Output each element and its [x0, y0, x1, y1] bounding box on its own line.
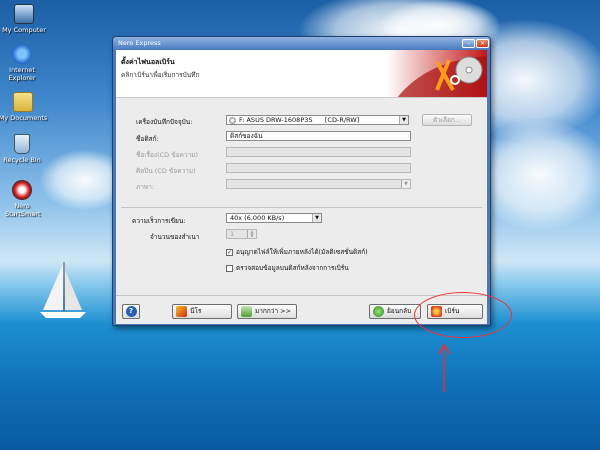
close-button[interactable]: ×	[476, 39, 489, 48]
window-client: ตั้งค่าไฟนอลเบิร์น คลิก'เบิร์น'เพื่อเริ่…	[116, 50, 487, 324]
desktop-icon-label: Internet Explorer	[8, 66, 36, 82]
desktop-icon-label: My Computer	[2, 26, 46, 34]
checkmark-icon: ✓	[226, 248, 233, 256]
annotation-arrow-icon	[437, 343, 451, 392]
disc-name-label: ชื่อดิสก์:	[136, 135, 159, 143]
copies-label: จำนวนของสำเนา	[150, 233, 200, 241]
allow-files-checkbox[interactable]: ✓ อนุญาตไฟล์ให้เพิ่มภายหลังได้(มัลติเซสชั…	[226, 247, 368, 257]
language-label: ภาษา:	[136, 183, 155, 191]
desktop-icon-label: My Documents	[0, 114, 48, 122]
verify-data-checkbox[interactable]: ตรวจสอบข้อมูลบนดิสก์หลังจากการเบิร์น	[226, 263, 349, 273]
back-button-label: ย้อนกลับ	[387, 307, 412, 315]
window-title: Nero Express	[118, 39, 161, 47]
recorder-label: เครื่องบันทึกปัจจุบัน:	[136, 118, 193, 126]
chevron-down-icon: ▼	[401, 180, 410, 188]
title-cd-text-label: ชื่อเรื่อง(CD ข้อความ)	[136, 151, 199, 159]
nero-button[interactable]: นีโร	[172, 304, 232, 319]
nero-button-label: นีโร	[190, 307, 202, 315]
desktop-icon-my-computer[interactable]: My Computer	[0, 4, 54, 34]
more-button-label: มากกว่า >>	[255, 307, 292, 315]
sailboat	[40, 262, 86, 318]
artist-cd-text-input[interactable]	[226, 163, 411, 173]
nero-icon	[176, 305, 187, 317]
recorder-select[interactable]: F: ASUS DRW-1608P3S [CD-R/RW] ▼	[226, 115, 409, 125]
header-title: ตั้งค่าไฟนอลเบิร์น	[121, 58, 175, 66]
desktop-icon-internet-explorer[interactable]: Internet Explorer	[0, 44, 52, 82]
header-panel: ตั้งค่าไฟนอลเบิร์น คลิก'เบิร์น'เพื่อเริ่…	[116, 50, 487, 98]
annotation-circle	[414, 292, 512, 338]
desktop-icon-nero-startsmart[interactable]: Nero StartSmart	[0, 180, 52, 218]
ie-icon	[12, 44, 32, 64]
back-arrow-icon	[373, 305, 384, 317]
divider	[116, 295, 487, 296]
allow-files-label: อนุญาตไฟล์ให้เพิ่มภายหลังได้(มัลติเซสชั่…	[236, 248, 368, 256]
disc-name-input[interactable]: ดิสก์ของฉัน	[226, 131, 411, 141]
write-speed-label: ความเร็วการเขียน:	[132, 217, 186, 225]
help-icon: ?	[125, 306, 137, 317]
expand-icon	[241, 305, 252, 317]
write-speed-select[interactable]: 40x (6,000 KB/s) ▼	[226, 213, 322, 223]
title-cd-text-input[interactable]	[226, 147, 411, 157]
nero-express-window: Nero Express – × ตั้งค่าไฟนอลเบิร์น คลิก…	[112, 36, 491, 326]
disc-drive-icon	[229, 117, 236, 124]
artist-cd-text-label: ศิลปิน (CD ข้อความ)	[136, 167, 196, 175]
folder-icon	[13, 92, 33, 112]
minimize-button[interactable]: –	[462, 39, 475, 48]
chevron-down-icon: ▼	[399, 116, 408, 124]
help-button[interactable]: ?	[122, 304, 140, 319]
header-subtitle: คลิก'เบิร์น'เพื่อเริ่มการบันทึก	[121, 71, 200, 79]
write-speed-value: 40x (6,000 KB/s)	[230, 214, 285, 222]
more-button[interactable]: มากกว่า >>	[237, 304, 297, 319]
divider	[121, 207, 482, 208]
nero-icon	[12, 180, 32, 200]
title-bar[interactable]: Nero Express – ×	[113, 37, 490, 49]
chevron-down-icon: ▼	[312, 214, 321, 222]
computer-icon	[14, 4, 34, 24]
language-select[interactable]: ▼	[226, 179, 411, 189]
nero-logo	[387, 50, 487, 97]
copies-stepper[interactable]: 1 ▲ ▼	[226, 229, 257, 239]
desktop-icon-my-documents[interactable]: My Documents	[0, 92, 53, 122]
checkbox-empty-icon	[226, 264, 233, 272]
recycle-bin-icon	[14, 134, 30, 154]
options-button[interactable]: ตัวเลือก...	[422, 114, 472, 126]
desktop-icon-label: Recycle Bin	[3, 156, 41, 164]
desktop-icon-label: Nero StartSmart	[5, 202, 41, 218]
desktop-icon-recycle-bin[interactable]: Recycle Bin	[0, 134, 52, 164]
copies-value: 1	[230, 230, 235, 238]
recorder-value: F: ASUS DRW-1608P3S [CD-R/RW]	[239, 116, 360, 124]
verify-data-label: ตรวจสอบข้อมูลบนดิสก์หลังจากการเบิร์น	[236, 264, 349, 272]
stepper-arrows-icon: ▲ ▼	[247, 230, 256, 238]
